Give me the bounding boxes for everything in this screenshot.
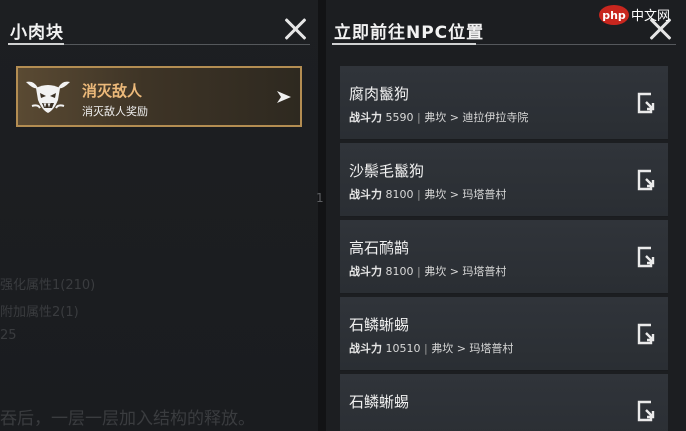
npc-name: 腐肉鬣狗 <box>349 85 410 103</box>
go-to-location-icon[interactable] <box>636 400 656 422</box>
npc-info: 战斗力 8100 | 弗坎 > 玛塔普村 <box>349 186 506 202</box>
go-to-location-icon[interactable] <box>636 92 656 114</box>
svg-text:php: php <box>602 9 626 22</box>
power-value: 10510 <box>385 342 421 355</box>
npc-info: 战斗力 5590 | 弗坎 > 迪拉伊拉寺院 <box>349 109 528 125</box>
power-value: 8100 <box>385 188 414 201</box>
demon-skull-icon <box>26 81 70 113</box>
go-to-location-icon[interactable] <box>636 169 656 191</box>
background-text: 吞后，一层一层加入结构的释放。 <box>0 409 255 429</box>
title-underline <box>8 43 310 45</box>
panel-title: 立即前往NPC位置 <box>334 23 485 43</box>
npc-location: 弗坎 > 迪拉伊拉寺院 <box>424 111 529 124</box>
npc-name: 石鳞蜥蜴 <box>349 316 410 334</box>
npc-location: 弗坎 > 玛塔普村 <box>424 265 507 278</box>
arrow-right-icon <box>277 91 291 103</box>
npc-info: 战斗力 8100 | 弗坎 > 玛塔普村 <box>349 263 506 279</box>
quest-eliminate-enemies-button[interactable]: 消灭敌人 消灭敌人奖励 <box>16 66 302 127</box>
panel-title: 小肉块 <box>10 23 64 43</box>
quest-title: 消灭敌人 <box>82 82 143 100</box>
npc-location: 弗坎 > 玛塔普村 <box>424 188 507 201</box>
npc-name: 沙鬃毛鬣狗 <box>349 162 425 180</box>
quest-subtitle: 消灭敌人奖励 <box>82 105 148 118</box>
separator: | <box>417 111 421 124</box>
power-value: 8100 <box>385 265 414 278</box>
separator: | <box>424 342 428 355</box>
close-icon[interactable] <box>283 17 307 41</box>
npc-list-item[interactable]: 高石鸸鹋 战斗力 8100 | 弗坎 > 玛塔普村 <box>340 220 668 294</box>
power-value: 5590 <box>385 111 414 124</box>
php-watermark-logo: php 中文网 <box>599 5 670 25</box>
separator: | <box>417 188 421 201</box>
title-underline <box>332 43 676 45</box>
separator: | <box>417 265 421 278</box>
power-label: 战斗力 <box>349 188 382 201</box>
background-text: 附加属性2(1) <box>0 305 79 320</box>
npc-list-item[interactable]: 沙鬃毛鬣狗 战斗力 8100 | 弗坎 > 玛塔普村 <box>340 143 668 217</box>
npc-list: 腐肉鬣狗 战斗力 5590 | 弗坎 > 迪拉伊拉寺院 沙鬃毛鬣狗 战斗力 81… <box>340 66 668 431</box>
background-text: 25 <box>0 328 17 343</box>
npc-location-panel: 立即前往NPC位置 腐肉鬣狗 战斗力 5590 | 弗坎 > 迪拉伊拉寺院 沙鬃… <box>326 0 686 431</box>
power-label: 战斗力 <box>349 265 382 278</box>
power-label: 战斗力 <box>349 342 382 355</box>
npc-list-item[interactable]: 腐肉鬣狗 战斗力 5590 | 弗坎 > 迪拉伊拉寺院 <box>340 66 668 140</box>
npc-name: 高石鸸鹋 <box>349 239 410 257</box>
divider-mark: 1 <box>316 191 324 205</box>
go-to-location-icon[interactable] <box>636 323 656 345</box>
npc-info: 战斗力 10510 | 弗坎 > 玛塔普村 <box>349 340 513 356</box>
npc-list-item[interactable]: 石鳞蜥蜴 战斗力 10510 | 弗坎 > 玛塔普村 <box>340 297 668 371</box>
background-text: 强化属性1(210) <box>0 278 96 293</box>
go-to-location-icon[interactable] <box>636 246 656 268</box>
npc-name: 石鳞蜥蜴 <box>349 393 410 411</box>
panel-divider <box>318 0 326 431</box>
svg-text:中文网: 中文网 <box>631 9 670 24</box>
npc-list-item[interactable]: 石鳞蜥蜴 <box>340 374 668 431</box>
quest-panel: 小肉块 强化属性1(210) 附加属性2(1) 25 吞后，一层一层加入结构的释… <box>0 0 318 431</box>
npc-location: 弗坎 > 玛塔普村 <box>431 342 514 355</box>
power-label: 战斗力 <box>349 111 382 124</box>
